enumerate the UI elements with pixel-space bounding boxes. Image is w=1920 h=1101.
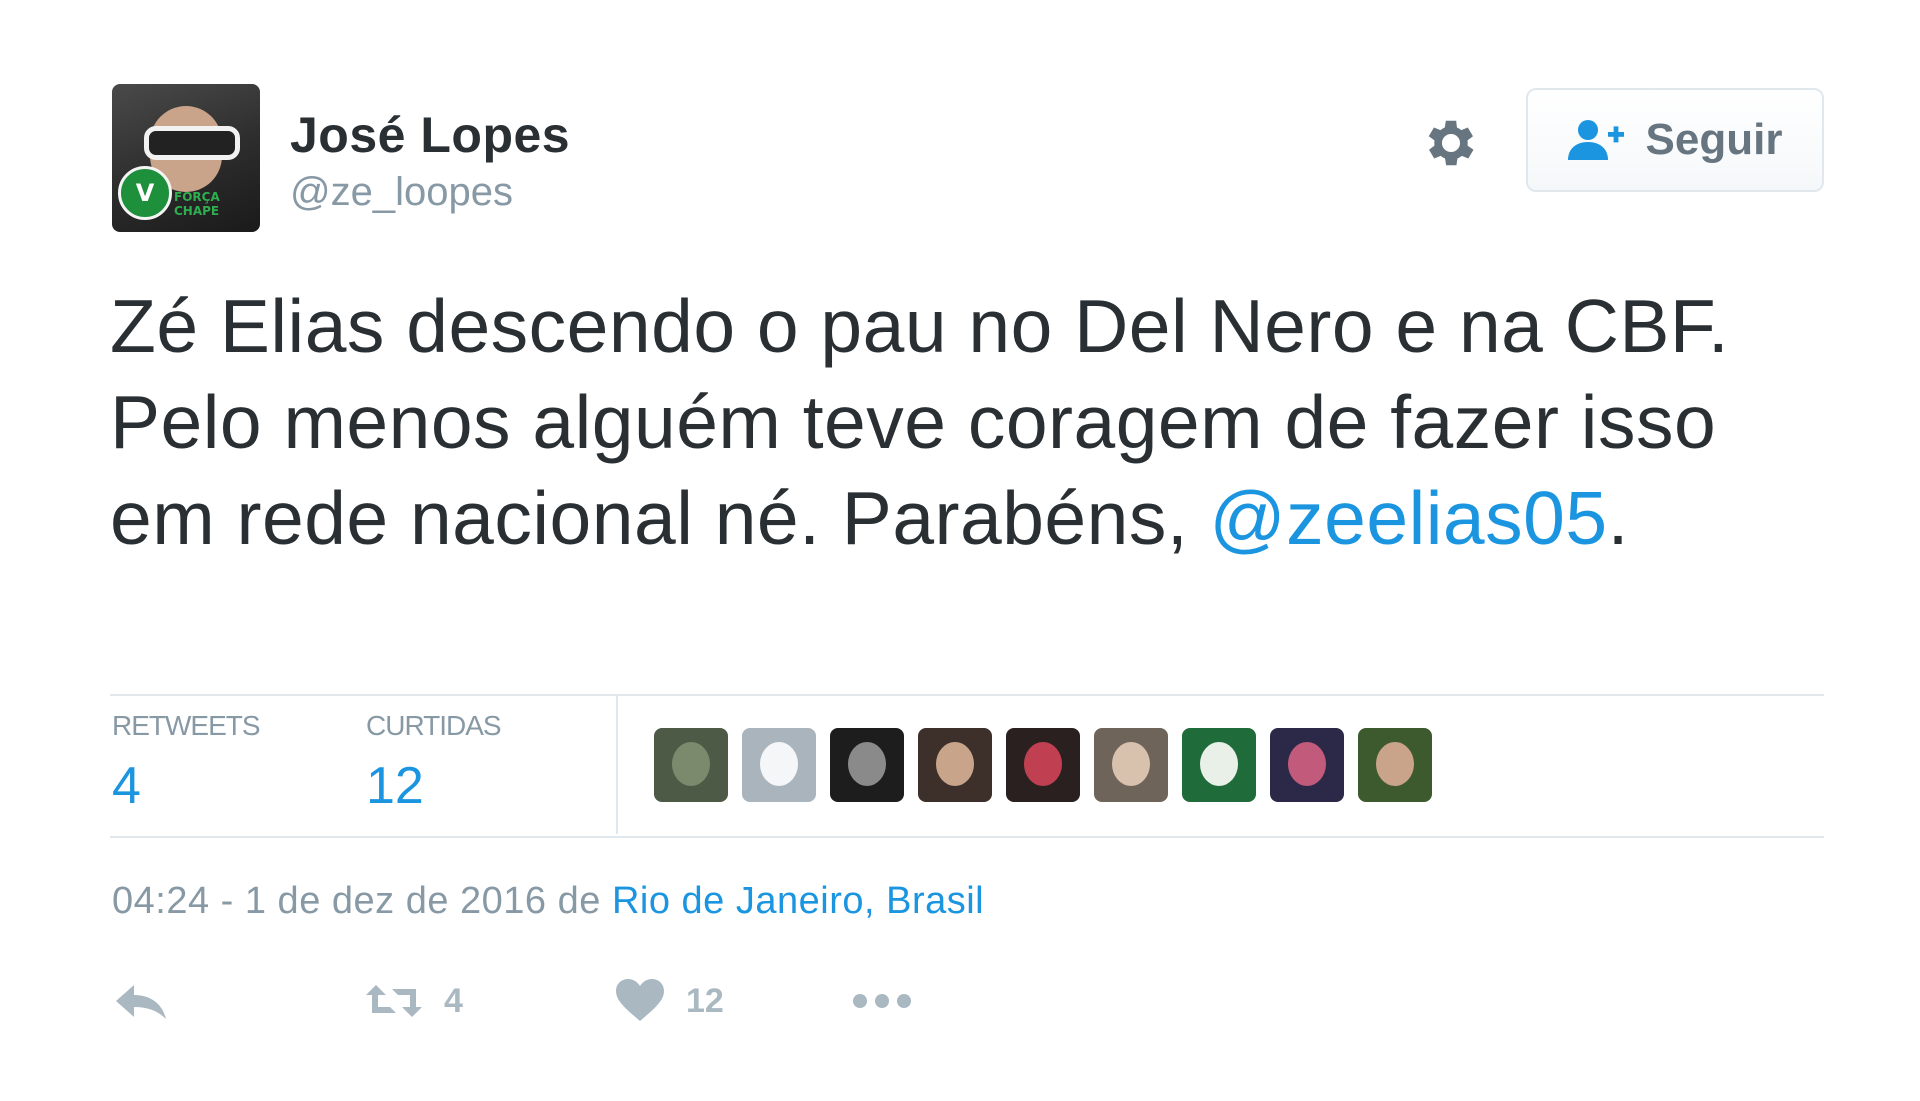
retweet-button[interactable]: 4 bbox=[366, 976, 463, 1026]
stats-vertical-divider bbox=[616, 694, 618, 834]
retweet-icon bbox=[366, 985, 422, 1017]
liker-avatar-detail bbox=[672, 742, 710, 786]
liker-avatar[interactable] bbox=[1094, 728, 1168, 802]
liker-avatar-detail bbox=[1112, 742, 1150, 786]
retweet-count: 4 bbox=[444, 981, 463, 1020]
liker-avatar-detail bbox=[848, 742, 886, 786]
timestamp[interactable]: 04:24 - 1 de dez de 2016 de bbox=[112, 880, 612, 922]
gear-icon[interactable] bbox=[1420, 112, 1482, 174]
liker-avatar[interactable] bbox=[1270, 728, 1344, 802]
like-count: 12 bbox=[686, 981, 724, 1020]
mention-link[interactable]: @zeelias05 bbox=[1210, 476, 1608, 560]
liker-avatar-detail bbox=[1376, 742, 1414, 786]
heart-icon bbox=[616, 979, 664, 1021]
avatar-glasses bbox=[144, 126, 240, 160]
tweet-end: . bbox=[1607, 476, 1629, 560]
liker-avatar[interactable] bbox=[654, 728, 728, 802]
tweet-meta: 04:24 - 1 de dez de 2016 de Rio de Janei… bbox=[112, 880, 984, 923]
liker-avatar[interactable] bbox=[1182, 728, 1256, 802]
retweets-value: 4 bbox=[112, 757, 141, 815]
liker-avatar[interactable] bbox=[918, 728, 992, 802]
person-add-icon bbox=[1567, 120, 1624, 160]
place-link[interactable]: Rio de Janeiro, Brasil bbox=[612, 880, 984, 922]
liker-avatar-detail bbox=[1288, 742, 1326, 786]
like-button[interactable]: 12 bbox=[616, 976, 724, 1026]
retweets-stat[interactable]: RETWEETS 4 bbox=[112, 710, 261, 816]
avatar-badge-text: FORÇA CHAPE bbox=[174, 190, 220, 218]
liker-avatar-detail bbox=[1200, 742, 1238, 786]
likers-list bbox=[654, 728, 1432, 802]
stats-bottom-divider bbox=[110, 836, 1824, 838]
likes-stat[interactable]: CURTIDAS 12 bbox=[366, 710, 502, 816]
tweet-text: Zé Elias descendo o pau no Del Nero e na… bbox=[110, 278, 1830, 566]
likes-label: CURTIDAS bbox=[366, 710, 502, 741]
more-button[interactable] bbox=[852, 976, 912, 1026]
retweets-label: RETWEETS bbox=[112, 710, 261, 741]
author-handle[interactable]: @ze_loopes bbox=[290, 170, 513, 215]
stats-top-divider bbox=[110, 694, 1824, 696]
liker-avatar[interactable] bbox=[830, 728, 904, 802]
liker-avatar-detail bbox=[936, 742, 974, 786]
chape-badge-icon: V bbox=[118, 166, 172, 220]
liker-avatar-detail bbox=[760, 742, 798, 786]
liker-avatar[interactable] bbox=[1358, 728, 1432, 802]
tweet-card: V FORÇA CHAPE José Lopes @ze_loopes Segu… bbox=[0, 0, 1920, 1101]
author-name[interactable]: José Lopes bbox=[290, 106, 570, 164]
liker-avatar[interactable] bbox=[742, 728, 816, 802]
liker-avatar[interactable] bbox=[1006, 728, 1080, 802]
liker-avatar-detail bbox=[1024, 742, 1062, 786]
follow-label: Seguir bbox=[1645, 115, 1783, 164]
reply-icon bbox=[116, 985, 166, 1019]
reply-button[interactable] bbox=[114, 976, 168, 1026]
likes-value: 12 bbox=[366, 757, 424, 815]
more-icon bbox=[853, 994, 911, 1008]
follow-button[interactable]: Seguir bbox=[1526, 88, 1824, 192]
author-avatar[interactable]: V FORÇA CHAPE bbox=[112, 84, 260, 232]
